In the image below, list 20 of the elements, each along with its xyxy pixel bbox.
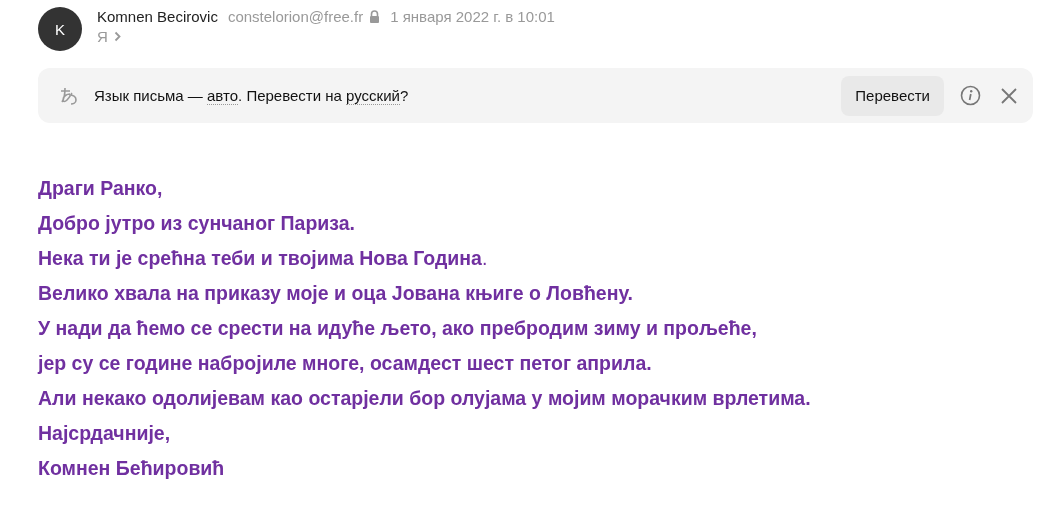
message-line: Комнен Бећировић — [38, 456, 226, 481]
message-line: У нади да ћемо се срести на идуће љето, ако пребродим зиму и прољеће, — [38, 316, 758, 341]
close-icon[interactable] — [1001, 87, 1017, 104]
translate-button[interactable]: Перевести — [841, 75, 944, 116]
lock-icon — [369, 10, 381, 23]
link[interactable]: русский — [346, 87, 400, 105]
sender-name[interactable]: Komnen Becirovic — [97, 8, 218, 25]
message-line: Али некако одолијевам као остарјели бор олујама у мојим морачким врлетима. — [38, 386, 812, 411]
info-icon[interactable] — [960, 85, 981, 106]
message-line: Најсрдачније, — [38, 421, 172, 446]
avatar[interactable]: K — [38, 7, 82, 51]
language-icon — [58, 85, 78, 106]
message-line: Велико хвала на приказу моје и оца Јована књиге о Ловћену. — [38, 281, 634, 306]
message-line: Драги Ранко, — [38, 176, 164, 201]
message-line: јер су се године набројиле многе, осамдест шест петог априла. — [38, 351, 653, 376]
message-line: Нека ти је срећна теби и твојима Нова Година. — [38, 246, 489, 271]
chevron-icon[interactable] — [113, 31, 121, 42]
translate-prompt: Язык письма — авто. Перевести на русский? — [94, 87, 409, 104]
message-line: Добро јутро из сунчаног Париза. — [38, 211, 357, 236]
date: 1 января 2022 г. в 10:01 — [390, 8, 555, 25]
